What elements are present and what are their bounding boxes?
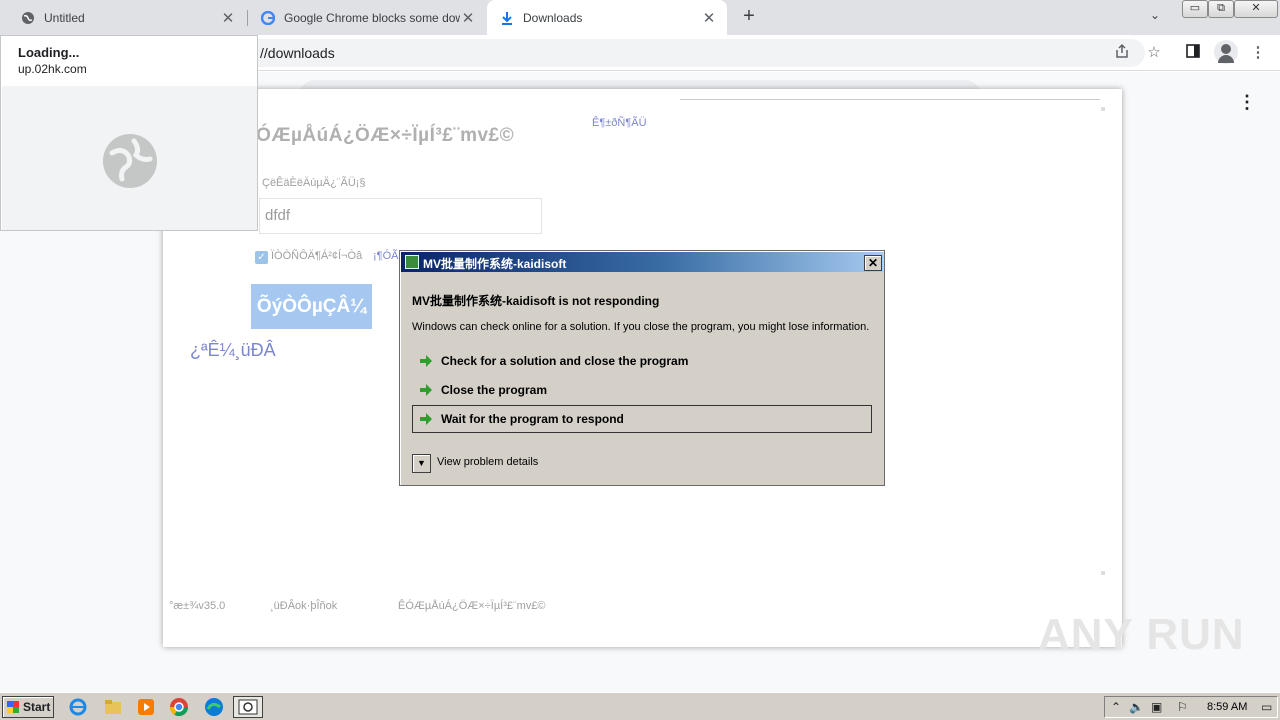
tab-untitled[interactable]: Untitled ✕ xyxy=(0,0,246,35)
close-icon[interactable]: ✕ xyxy=(460,9,476,27)
star-icon[interactable]: ☆ xyxy=(1144,43,1164,63)
login-button[interactable]: ÕýÒÔµÇÂ¼ xyxy=(251,284,372,329)
agree-checkbox[interactable]: ✓ xyxy=(255,251,268,264)
new-tab-button[interactable]: + xyxy=(737,5,761,29)
tab-google-chrome-blocks[interactable]: Google Chrome blocks some downloads ✕ xyxy=(248,0,486,35)
scroll-handle xyxy=(1101,571,1105,575)
close-program-option[interactable]: Close the program xyxy=(412,376,872,404)
option-label: Check for a solution and close the progr… xyxy=(441,354,689,368)
windows-logo-icon xyxy=(7,701,19,713)
taskbar: Start ⌃ 🔈 ▣ ⚐ ▭ 8:59 AM xyxy=(0,692,1280,720)
loading-url: up.02hk.com xyxy=(18,62,87,76)
globe-icon xyxy=(20,10,36,26)
check-solution-option[interactable]: Check for a solution and close the progr… xyxy=(412,347,872,375)
start-button[interactable]: Start xyxy=(2,696,54,718)
version-text: °æ±¾v35.0 xyxy=(169,600,226,612)
loading-preview xyxy=(2,86,257,230)
google-icon xyxy=(260,10,276,26)
agree-label: ÏÒÒÑÔÄ¶Á²¢Í¬Òâ xyxy=(271,250,363,262)
close-window-button[interactable]: ✕ xyxy=(1234,0,1278,18)
option-label: Wait for the program to respond xyxy=(441,412,624,426)
green-arrow-icon xyxy=(420,413,432,425)
share-icon[interactable] xyxy=(1112,43,1132,63)
tab-title: Untitled xyxy=(44,10,85,25)
flag-icon[interactable]: ⚐ xyxy=(1177,700,1188,714)
clock: 8:59 AM xyxy=(1207,701,1248,713)
restore-button[interactable]: ⧉ xyxy=(1208,0,1234,18)
top-link[interactable]: Ê¶±ðÑ¶ÃÜ xyxy=(592,117,647,129)
option-label: Close the program xyxy=(441,383,548,397)
profile-icon[interactable] xyxy=(1214,40,1238,64)
update-link[interactable]: ¿ªÊ¼¸üÐÂ xyxy=(190,340,276,361)
wait-option[interactable]: Wait for the program to respond xyxy=(412,405,872,433)
dialog-close-button[interactable]: ✕ xyxy=(864,255,882,271)
side-panel-icon[interactable] xyxy=(1183,43,1203,63)
dialog-description: Windows can check online for a solution.… xyxy=(412,321,870,333)
green-arrow-icon xyxy=(420,384,432,396)
view-details-label[interactable]: View problem details xyxy=(437,456,538,468)
menu-icon[interactable]: ⋮ xyxy=(1248,43,1268,63)
card-key-input[interactable]: dfdf xyxy=(259,198,542,234)
address-text: //downloads xyxy=(260,45,335,61)
downloads-menu-icon[interactable]: ⋮ xyxy=(1238,92,1256,113)
show-hidden-icons-icon[interactable]: ⌃ xyxy=(1111,700,1121,714)
minimize-button[interactable]: ▭ xyxy=(1182,0,1208,18)
tab-search-icon[interactable]: ⌄ xyxy=(1150,8,1160,22)
dialog-title-bar[interactable]: MV批量制作系统-kaidisoft ✕ xyxy=(401,252,883,272)
chevron-down-icon[interactable]: ▼ xyxy=(412,454,431,473)
address-bar[interactable] xyxy=(240,39,1145,67)
scroll-handle xyxy=(1101,107,1105,111)
edge-icon[interactable] xyxy=(204,697,226,717)
tab-downloads[interactable]: Downloads ✕ xyxy=(487,0,727,35)
watermark: ANY RUN xyxy=(1038,610,1245,659)
volume-icon[interactable]: 🔈 xyxy=(1129,700,1144,714)
status-text: ¸üÐÂok·þÎñok xyxy=(270,600,338,612)
green-arrow-icon xyxy=(420,355,432,367)
globe-icon xyxy=(103,134,157,188)
show-desktop-icon[interactable]: ▭ xyxy=(1261,700,1272,714)
app-name-text: ÊÓÆµÅúÁ¿ÖÆ×÷ÏµÍ³£¨mv£© xyxy=(398,600,546,612)
download-icon xyxy=(499,10,515,26)
tab-title: Downloads xyxy=(523,10,583,25)
app-icon xyxy=(405,255,419,269)
agreement-link[interactable]: ¡¶ÓÃ xyxy=(373,250,398,262)
dialog-title: MV批量制作系统-kaidisoft xyxy=(423,257,567,271)
chrome-icon[interactable] xyxy=(169,697,191,717)
loading-popup: Loading... up.02hk.com xyxy=(0,35,258,231)
not-responding-dialog: MV批量制作系统-kaidisoft ✕ MV批量制作系统-kaidisoft … xyxy=(399,250,885,486)
close-icon[interactable]: ✕ xyxy=(701,9,717,27)
ie-icon[interactable] xyxy=(68,697,90,717)
loading-title: Loading... xyxy=(18,45,80,60)
start-label: Start xyxy=(23,700,51,714)
folder-icon[interactable] xyxy=(103,697,125,717)
app-icon[interactable] xyxy=(233,696,263,718)
app-heading: ÊÓÆµÅúÁ¿ÖÆ×÷ÏµÍ³£¨mv£© xyxy=(243,125,515,146)
field-label: ÇëÊäÈëÄúµÄ¿¨ÃÜ¡§ xyxy=(262,177,366,189)
media-player-icon[interactable] xyxy=(136,697,158,717)
divider xyxy=(680,99,1100,100)
tab-title: Google Chrome blocks some downloads xyxy=(284,10,460,25)
close-icon[interactable]: ✕ xyxy=(220,9,236,27)
network-icon[interactable]: ▣ xyxy=(1151,700,1162,714)
dialog-heading: MV批量制作系统-kaidisoft is not responding xyxy=(412,294,660,308)
tab-strip: Untitled ✕ Google Chrome blocks some dow… xyxy=(0,0,1280,35)
system-tray: ⌃ 🔈 ▣ ⚐ ▭ xyxy=(1104,696,1278,718)
